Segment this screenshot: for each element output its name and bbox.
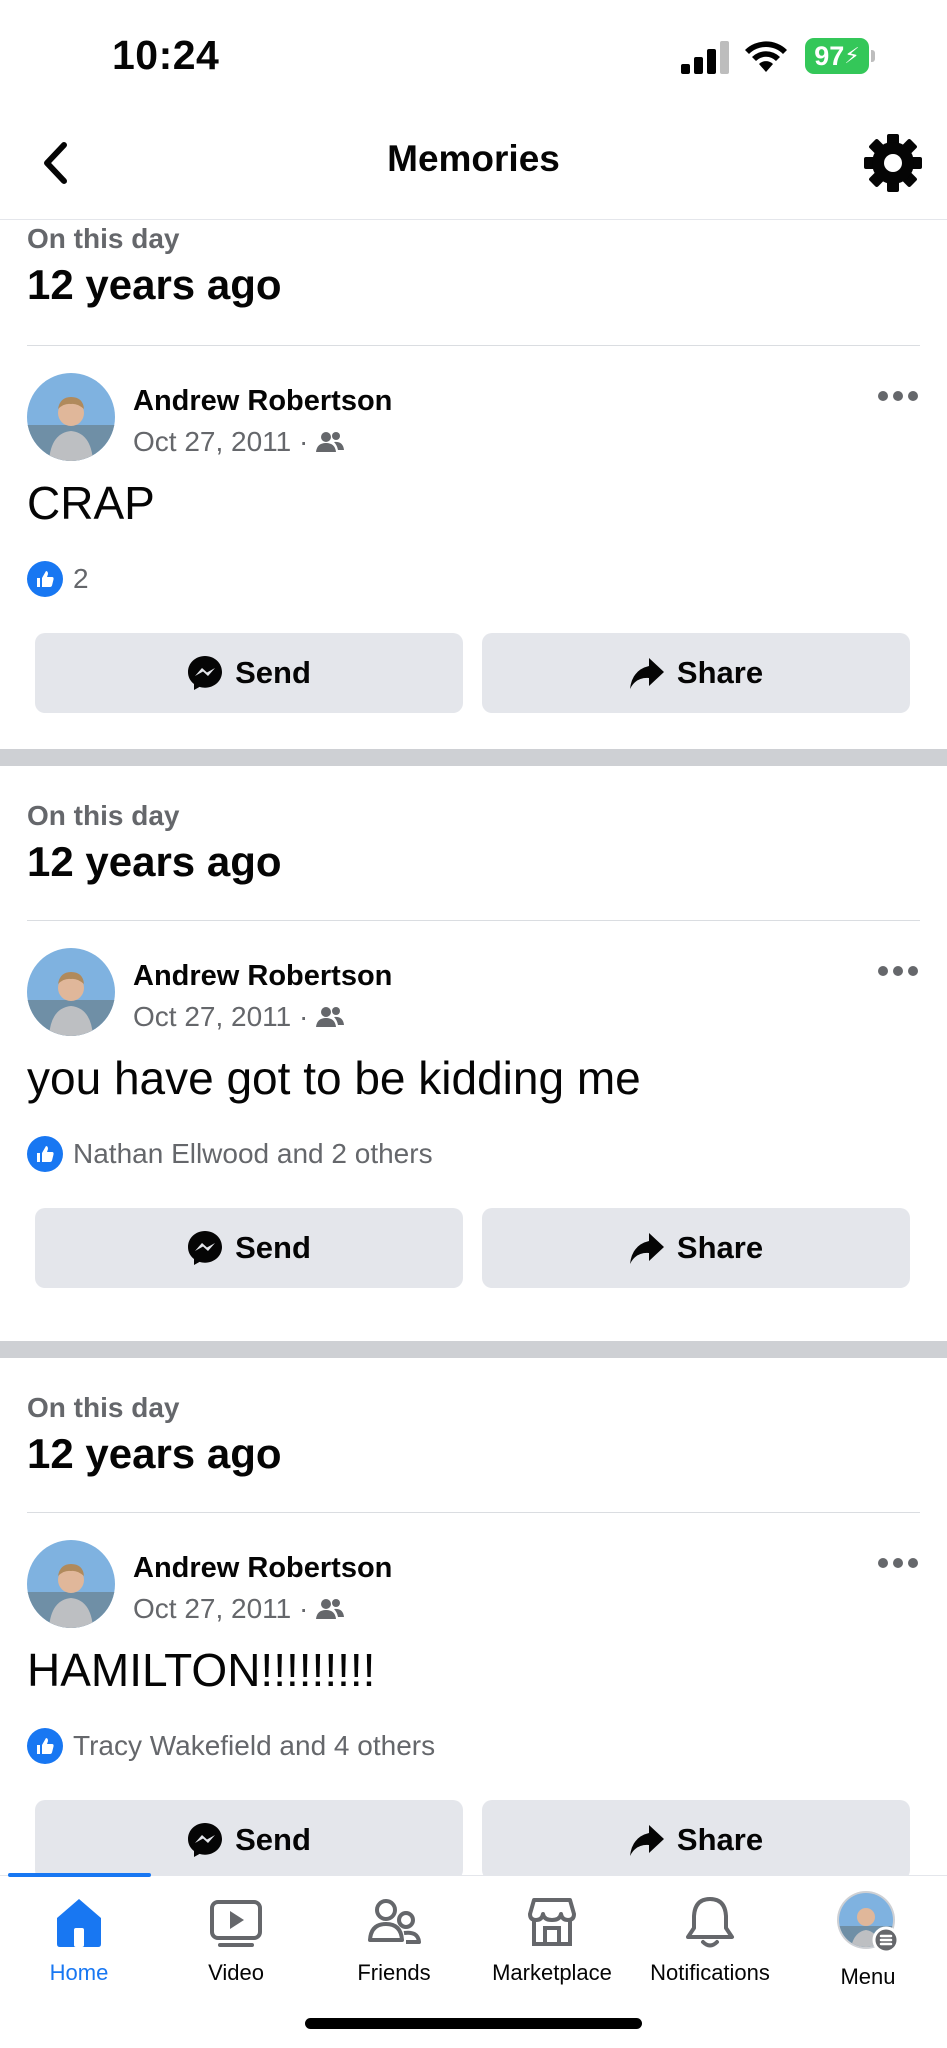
share-label: Share <box>676 1822 764 1857</box>
author-name[interactable]: Andrew Robertson <box>133 385 392 418</box>
memory-card: On this day 12 years ago Andrew Robertso… <box>0 766 947 1341</box>
share-arrow-icon <box>629 1233 664 1264</box>
share-label: Share <box>676 655 764 690</box>
tab-menu[interactable]: Menu <box>789 1891 947 2004</box>
battery-level: 97 <box>814 40 845 71</box>
years-ago-heading: 12 years ago <box>27 261 282 308</box>
reactions-summary[interactable]: Nathan Ellwood and 2 others <box>27 1136 433 1172</box>
friends-audience-icon <box>316 432 345 452</box>
messenger-icon <box>188 1231 223 1265</box>
send-label: Send <box>235 1822 311 1857</box>
like-icon <box>27 1728 63 1764</box>
tab-label: Friends <box>357 1960 431 1985</box>
send-button[interactable]: Send <box>35 1800 463 1875</box>
section-separator <box>0 1341 947 1358</box>
tab-marketplace[interactable]: Marketplace <box>473 1894 631 2004</box>
avatar[interactable] <box>27 948 115 1036</box>
author-name[interactable]: Andrew Robertson <box>133 1552 392 1585</box>
profile-photo <box>27 373 115 461</box>
years-ago-heading: 12 years ago <box>27 1430 282 1477</box>
home-icon <box>57 1899 101 1947</box>
send-button[interactable]: Send <box>35 1208 463 1288</box>
tab-label: Video <box>208 1960 264 1985</box>
post-date: Oct 27, 2011 · <box>133 1001 309 1032</box>
send-button[interactable]: Send <box>35 633 463 713</box>
reactions-count: Tracy Wakefield and 4 others <box>73 1730 436 1761</box>
profile-photo <box>27 1540 115 1628</box>
section-separator <box>0 749 947 766</box>
friends-icon <box>368 1899 421 1944</box>
author-name[interactable]: Andrew Robertson <box>133 960 392 993</box>
messenger-icon <box>188 1823 223 1857</box>
send-label: Send <box>235 1230 311 1265</box>
post-meta: Oct 27, 2011 · <box>133 426 345 458</box>
home-indicator <box>305 2018 642 2029</box>
share-label: Share <box>676 1230 764 1265</box>
more-options-icon[interactable] <box>878 1556 918 1570</box>
on-this-day-label: On this day <box>27 800 180 831</box>
post-text: HAMILTON!!!!!!!!! <box>27 1644 376 1696</box>
avatar[interactable] <box>27 373 115 461</box>
share-button[interactable]: Share <box>482 633 910 713</box>
tab-label: Notifications <box>650 1960 770 1985</box>
memory-card: On this day 12 years ago Andrew Robertso… <box>0 221 947 749</box>
tab-friends[interactable]: Friends <box>315 1894 473 2004</box>
active-tab-indicator <box>8 1873 151 1877</box>
video-icon <box>210 1900 262 1947</box>
wifi-icon <box>745 41 787 72</box>
tab-home[interactable]: Home <box>0 1894 158 2004</box>
messenger-icon <box>188 656 223 690</box>
reactions-count: Nathan Ellwood and 2 others <box>73 1138 433 1169</box>
tab-video[interactable]: Video <box>157 1894 315 2004</box>
status-time: 10:24 <box>112 32 220 78</box>
reactions-count: 2 <box>73 563 89 594</box>
post-date: Oct 27, 2011 · <box>133 1593 309 1624</box>
bell-icon <box>686 1897 734 1948</box>
bottom-tab-bar: Home Video Friends Marketplace Notificat… <box>0 1873 947 2048</box>
battery-icon: 97 ⚡ <box>805 38 875 74</box>
more-options-icon[interactable] <box>878 964 918 978</box>
post-meta: Oct 27, 2011 · <box>133 1001 345 1033</box>
on-this-day-label: On this day <box>27 223 180 254</box>
tab-label: Menu <box>840 1964 896 1989</box>
divider <box>27 920 920 921</box>
memory-header: On this day 12 years ago <box>27 800 282 886</box>
avatar[interactable] <box>27 1540 115 1628</box>
friends-audience-icon <box>316 1007 345 1027</box>
profile-photo <box>27 948 115 1036</box>
tab-notifications[interactable]: Notifications <box>631 1894 789 2004</box>
header: Memories <box>0 110 947 220</box>
reactions-summary[interactable]: Tracy Wakefield and 4 others <box>27 1728 435 1764</box>
tab-label: Marketplace <box>492 1960 612 1985</box>
post-text: you have got to be kidding me <box>27 1052 641 1104</box>
send-label: Send <box>235 655 311 690</box>
share-arrow-icon <box>629 658 664 689</box>
share-arrow-icon <box>629 1825 664 1856</box>
divider <box>27 345 920 346</box>
memories-feed[interactable]: On this day 12 years ago Andrew Robertso… <box>0 221 947 1875</box>
divider <box>27 1512 920 1513</box>
page-title: Memories <box>387 138 560 179</box>
gear-icon[interactable] <box>862 132 924 194</box>
like-icon <box>27 561 63 597</box>
post-meta: Oct 27, 2011 · <box>133 1593 345 1625</box>
status-bar: 10:24 97 ⚡ <box>0 0 947 110</box>
tab-label: Home <box>49 1960 109 1985</box>
post-date: Oct 27, 2011 · <box>133 426 309 457</box>
like-icon <box>27 1136 63 1172</box>
post-text: CRAP <box>27 477 155 529</box>
share-button[interactable]: Share <box>482 1800 910 1875</box>
cellular-signal-icon <box>681 41 729 74</box>
share-button[interactable]: Share <box>482 1208 910 1288</box>
years-ago-heading: 12 years ago <box>27 838 282 885</box>
avatar-menu-icon <box>837 1891 900 1954</box>
memory-card: On this day 12 years ago Andrew Robertso… <box>0 1358 947 1875</box>
more-options-icon[interactable] <box>878 389 918 403</box>
on-this-day-label: On this day <box>27 1392 180 1423</box>
marketplace-icon <box>528 1898 576 1946</box>
friends-audience-icon <box>316 1599 345 1619</box>
reactions-summary[interactable]: 2 <box>27 561 89 597</box>
memory-header: On this day 12 years ago <box>27 1392 282 1478</box>
memory-header: On this day 12 years ago <box>27 223 282 309</box>
